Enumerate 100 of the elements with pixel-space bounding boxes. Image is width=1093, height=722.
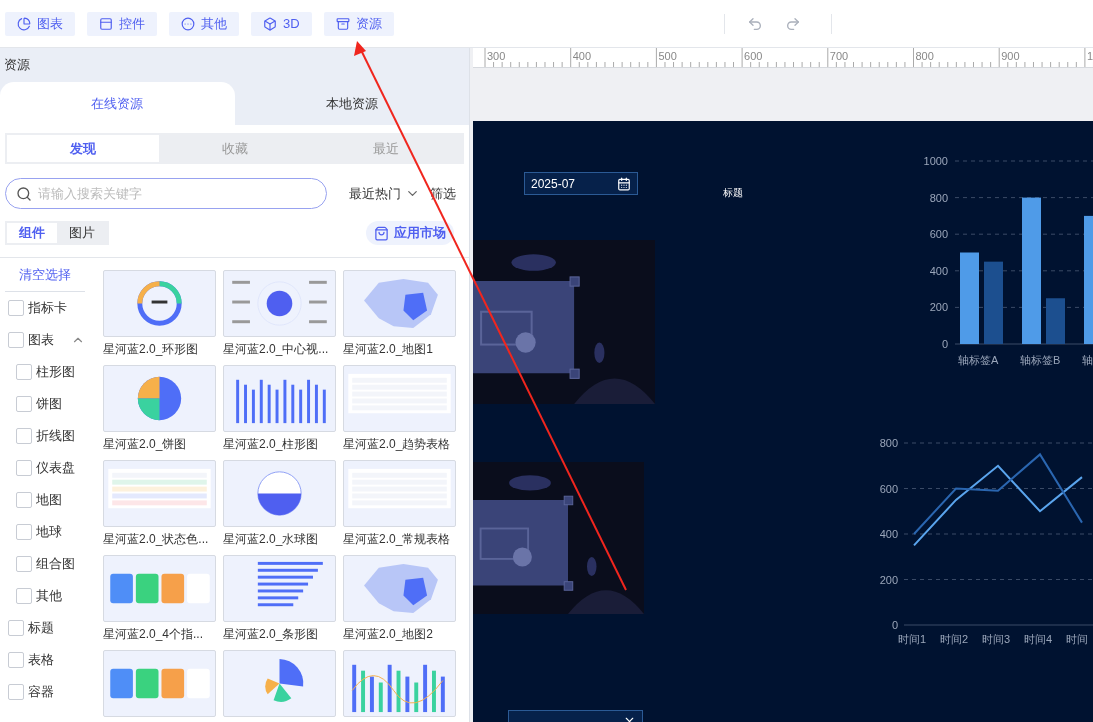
category-label[interactable]: 饼图 xyxy=(36,394,62,414)
view-tab[interactable]: 发现 xyxy=(7,135,159,162)
toolbar-icon xyxy=(263,16,277,31)
date-field[interactable]: 2025-07 xyxy=(524,172,638,195)
category-label[interactable]: 地球 xyxy=(36,522,62,542)
template-thumbnail[interactable] xyxy=(103,460,216,527)
type-tab[interactable]: 图片 xyxy=(57,223,107,243)
ruler-label: 500 xyxy=(658,50,677,62)
category-label[interactable]: 组合图 xyxy=(36,554,75,574)
redo-icon[interactable] xyxy=(784,15,801,32)
source-tab[interactable]: 本地资源 xyxy=(234,82,469,125)
toolbar-icon xyxy=(17,16,31,31)
axis-label: 200 xyxy=(879,573,898,586)
source-tab[interactable]: 在线资源 xyxy=(0,82,235,125)
template-title: 星河蓝2.0_中心视... xyxy=(223,341,330,357)
template-thumbnail[interactable] xyxy=(343,650,456,717)
template-title: 星河蓝2.0_柱形图 xyxy=(223,436,320,452)
checkbox[interactable] xyxy=(16,588,32,604)
template-thumbnail[interactable] xyxy=(103,270,216,337)
checkbox[interactable] xyxy=(8,332,24,348)
axis-label: 时间3 xyxy=(982,633,1011,645)
category-label[interactable]: 其他 xyxy=(36,586,62,606)
template-thumbnail[interactable] xyxy=(223,650,336,717)
toolbar-button[interactable]: 图表 xyxy=(5,11,75,36)
category-label[interactable]: 图表 xyxy=(28,330,67,350)
template-thumbnail[interactable] xyxy=(103,650,216,717)
checkbox[interactable] xyxy=(16,428,32,444)
axis-label: 轴标签B xyxy=(1020,354,1061,366)
template-thumbnail[interactable] xyxy=(343,555,456,622)
template-thumbnail[interactable] xyxy=(223,270,336,337)
checkbox[interactable] xyxy=(16,460,32,476)
undo-icon[interactable] xyxy=(746,15,763,32)
category-label[interactable]: 指标卡 xyxy=(28,298,85,318)
checkbox[interactable] xyxy=(16,556,32,572)
category-label[interactable]: 容器 xyxy=(28,682,85,702)
search-input[interactable]: 请输入搜索关键字 xyxy=(38,183,316,204)
axis-label: 600 xyxy=(879,482,898,495)
category-label[interactable]: 表格 xyxy=(28,650,85,670)
type-tab[interactable]: 组件 xyxy=(7,223,57,243)
checkbox[interactable] xyxy=(8,620,24,636)
toolbar-icon xyxy=(335,16,350,31)
category-label[interactable]: 柱形图 xyxy=(36,362,75,382)
axis-label: 0 xyxy=(891,619,898,631)
template-title: 星河蓝2.0_地图1 xyxy=(343,341,435,357)
axis-label: 1000 xyxy=(923,155,948,167)
template-title: 星河蓝2.0_常规表格 xyxy=(343,531,452,547)
axis-label: 时间4 xyxy=(1024,633,1053,645)
checkbox[interactable] xyxy=(16,364,32,380)
template-thumbnail[interactable] xyxy=(343,460,456,527)
template-thumbnail[interactable] xyxy=(103,365,216,432)
axis-label: 600 xyxy=(929,228,948,241)
search-icon xyxy=(16,185,32,202)
template-thumbnail[interactable] xyxy=(103,555,216,622)
category-label[interactable]: 地图 xyxy=(36,490,62,510)
ruler-label: 600 xyxy=(744,50,763,62)
axis-label: 800 xyxy=(879,437,898,449)
ruler-label: 300 xyxy=(487,50,506,62)
checkbox[interactable] xyxy=(16,524,32,540)
calendar-icon xyxy=(617,176,631,191)
ruler-label: 700 xyxy=(829,50,849,62)
ruler-label: 1 xyxy=(1086,50,1093,62)
toolbar-button[interactable]: 控件 xyxy=(87,11,157,36)
template-title: 星河蓝2.0_4个指... xyxy=(103,626,205,642)
panel-title: 资源 xyxy=(3,56,31,75)
template-thumbnail[interactable] xyxy=(223,555,336,622)
axis-label: 400 xyxy=(879,528,898,540)
axis-label: 0 xyxy=(941,338,948,350)
category-label[interactable]: 折线图 xyxy=(36,426,75,446)
axis-label: 200 xyxy=(929,301,948,314)
template-thumbnail[interactable] xyxy=(343,365,456,432)
template-title: 星河蓝2.0_水球图 xyxy=(223,531,320,547)
template-thumbnail[interactable] xyxy=(343,270,456,337)
template-title: 星河蓝2.0_环形图 xyxy=(103,341,200,357)
checkbox[interactable] xyxy=(16,492,32,508)
ruler-label: 900 xyxy=(1001,50,1020,62)
toolbar-button[interactable]: 3D xyxy=(251,11,312,36)
axis-label: 时间1 xyxy=(898,633,927,645)
title-text: 标题 xyxy=(723,186,743,200)
category-label[interactable]: 仪表盘 xyxy=(36,458,75,478)
sort-dropdown[interactable]: 最近热门 xyxy=(349,183,420,204)
template-title: 星河蓝2.0_趋势表格 xyxy=(343,436,452,452)
axis-label: 时间 xyxy=(1066,633,1088,645)
checkbox[interactable] xyxy=(8,300,24,316)
axis-label: 时间2 xyxy=(940,633,969,645)
template-thumbnail[interactable] xyxy=(223,460,336,527)
checkbox[interactable] xyxy=(8,684,24,700)
toolbar-icon xyxy=(99,16,113,31)
template-title: 星河蓝2.0_条形图 xyxy=(223,626,320,642)
axis-label: 400 xyxy=(929,264,948,277)
checkbox[interactable] xyxy=(16,396,32,412)
checkbox[interactable] xyxy=(8,652,24,668)
ruler-label: 800 xyxy=(915,50,934,62)
ruler-label: 400 xyxy=(572,50,592,62)
category-label[interactable]: 标题 xyxy=(28,618,85,638)
toolbar-button[interactable]: 资源 xyxy=(323,11,394,36)
template-title: 星河蓝2.0_地图2 xyxy=(343,626,435,642)
template-thumbnail[interactable] xyxy=(223,365,336,432)
market-button[interactable]: 应用市场 xyxy=(366,221,454,245)
clear-selection-link[interactable]: 清空选择 xyxy=(5,258,85,292)
toolbar-button[interactable]: 其他 xyxy=(169,11,239,36)
